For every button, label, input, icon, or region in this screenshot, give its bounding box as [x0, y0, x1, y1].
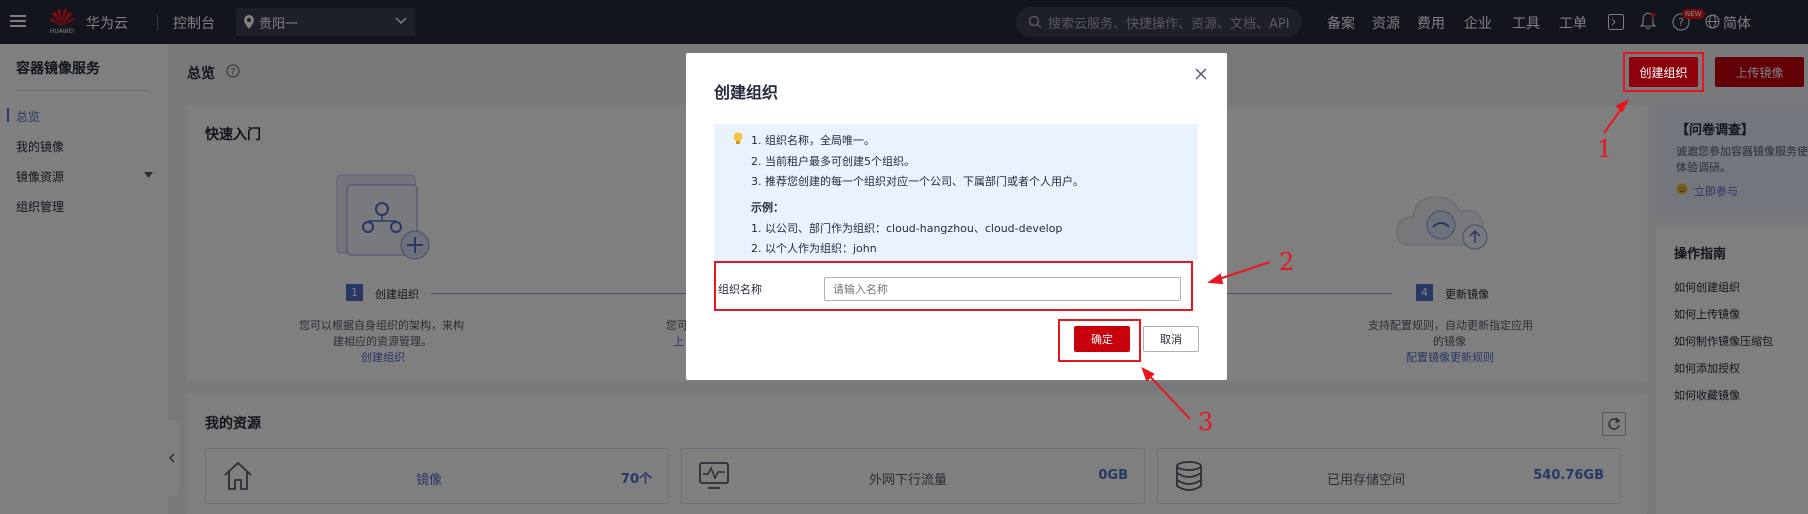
annotation-box-1	[1623, 52, 1704, 92]
cancel-button[interactable]: 取消	[1143, 326, 1199, 352]
example-title: 示例：	[751, 201, 784, 214]
close-icon[interactable]	[1195, 68, 1207, 80]
annotation-label-2: 2	[1279, 248, 1295, 276]
annotation-box-3	[1058, 319, 1141, 362]
annotation-label-3: 3	[1198, 408, 1214, 436]
tip-line-1: 1. 组织名称，全局唯一。	[751, 134, 875, 147]
lightbulb-icon	[732, 132, 744, 146]
annotation-label-1: 1	[1597, 135, 1613, 163]
dialog-title: 创建组织	[714, 83, 779, 102]
tips-panel: 1. 组织名称，全局唯一。 2. 当前租户最多可创建5个组织。 3. 推荐您创建…	[714, 124, 1198, 261]
annotation-box-2	[714, 261, 1193, 311]
tip-line-3: 3. 推荐您创建的每一个组织对应一个公司、下属部门或者个人用户。	[751, 175, 1084, 188]
example-line-2: 2. 以个人作为组织：john	[751, 242, 877, 255]
tip-line-2: 2. 当前租户最多可创建5个组织。	[751, 155, 915, 168]
create-org-dialog: 创建组织 1. 组织名称，全局唯一。 2. 当前租户最多可创建5个组织。 3. …	[686, 53, 1227, 380]
example-line-1: 1. 以公司、部门作为组织：cloud-hangzhou、cloud-devel…	[751, 222, 1063, 235]
